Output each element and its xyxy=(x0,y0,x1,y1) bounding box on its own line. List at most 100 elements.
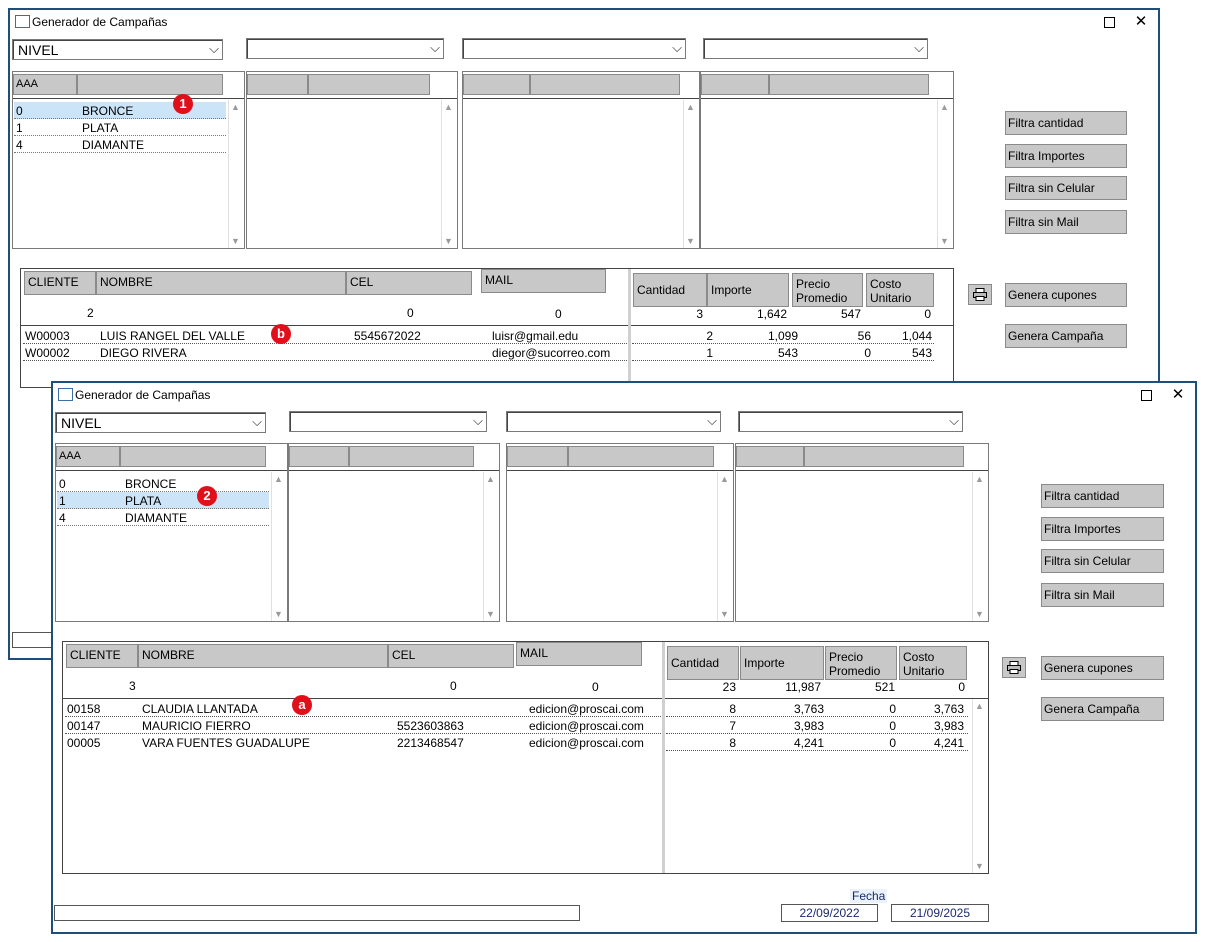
scrollbar[interactable]: ▲ ▼ xyxy=(937,100,952,248)
scrollbar[interactable]: ▲ ▼ xyxy=(483,472,498,621)
scroll-up-icon[interactable]: ▲ xyxy=(231,102,240,112)
scroll-up-icon[interactable]: ▲ xyxy=(274,474,283,484)
table-row-values[interactable]: 2 1,099 56 1,044 xyxy=(632,327,934,344)
close-button[interactable]: ✕ xyxy=(1130,13,1152,31)
listbox-2[interactable]: ▲ ▼ xyxy=(288,443,500,622)
scroll-down-icon[interactable]: ▼ xyxy=(975,861,984,871)
list-header-empty xyxy=(120,446,266,467)
scroll-up-icon[interactable]: ▲ xyxy=(940,102,949,112)
list-item[interactable]: 4 DIAMANTE xyxy=(14,136,226,153)
scrollbar[interactable]: ▲ ▼ xyxy=(972,472,987,621)
genera-cupones-button[interactable]: Genera cupones xyxy=(1005,283,1127,307)
list-item[interactable]: 0 BRONCE xyxy=(14,102,226,119)
table-row-values[interactable]: 8 3,763 0 3,763 xyxy=(666,700,968,717)
grid-splitter[interactable] xyxy=(628,269,631,387)
col-header-importe[interactable]: Importe xyxy=(707,273,789,307)
col-header-mail[interactable]: MAIL xyxy=(481,269,606,293)
table-row-values[interactable]: 7 3,983 0 3,983 xyxy=(666,717,968,734)
table-row[interactable]: W00003 LUIS RANGEL DEL VALLE 5545672022 … xyxy=(23,327,627,344)
col-header-cantidad[interactable]: Cantidad xyxy=(633,273,707,307)
filter-combo-3[interactable]: ⌵ xyxy=(462,38,686,59)
scrollbar[interactable]: ▲ ▼ xyxy=(271,472,286,621)
col-header-mail[interactable]: MAIL xyxy=(516,642,642,666)
listbox-4[interactable]: ▲ ▼ xyxy=(735,443,989,622)
maximize-button[interactable] xyxy=(1098,13,1120,31)
filtra-sin-mail-button[interactable]: Filtra sin Mail xyxy=(1041,583,1164,607)
scroll-up-icon[interactable]: ▲ xyxy=(486,474,495,484)
filtra-importes-button[interactable]: Filtra Importes xyxy=(1005,144,1127,168)
col-header-cliente[interactable]: CLIENTE xyxy=(24,271,96,295)
genera-cupones-button[interactable]: Genera cupones xyxy=(1041,656,1164,680)
scroll-up-icon[interactable]: ▲ xyxy=(975,474,984,484)
listbox-2[interactable]: ▲ ▼ xyxy=(246,71,458,249)
scroll-down-icon[interactable]: ▼ xyxy=(231,236,240,246)
table-row[interactable]: 00147 MAURICIO FIERRO 5523603863 edicion… xyxy=(65,717,661,734)
fecha-desde-input[interactable]: 22/09/2022 xyxy=(781,904,878,922)
scroll-down-icon[interactable]: ▼ xyxy=(274,609,283,619)
scroll-down-icon[interactable]: ▼ xyxy=(444,236,453,246)
filter-combo-4[interactable]: ⌵ xyxy=(738,411,963,432)
scroll-up-icon[interactable]: ▲ xyxy=(444,102,453,112)
col-header-nombre[interactable]: NOMBRE xyxy=(138,644,388,668)
scrollbar[interactable]: ▲ ▼ xyxy=(228,100,243,248)
col-header-importe[interactable]: Importe xyxy=(740,646,824,680)
close-button[interactable]: ✕ xyxy=(1167,386,1189,404)
col-header-cliente[interactable]: CLIENTE xyxy=(66,644,138,668)
scroll-down-icon[interactable]: ▼ xyxy=(720,609,729,619)
col-header-precio[interactable]: Precio Promedio xyxy=(825,646,897,680)
filtra-cantidad-button[interactable]: Filtra cantidad xyxy=(1005,111,1127,135)
col-header-costo[interactable]: Costo Unitario xyxy=(899,646,967,680)
nivel-listbox[interactable]: AAA 0 BRONCE 1 PLATA 4 DIAMANTE ▲ ▼ xyxy=(55,443,288,622)
table-row[interactable]: W00002 DIEGO RIVERA diegor@sucorreo.com xyxy=(23,344,627,361)
col-header-precio[interactable]: Precio Promedio xyxy=(792,273,863,307)
print-button[interactable] xyxy=(1002,657,1026,678)
listbox-4[interactable]: ▲ ▼ xyxy=(700,71,954,249)
scrollbar[interactable]: ▲ ▼ xyxy=(972,699,987,873)
scroll-down-icon[interactable]: ▼ xyxy=(940,236,949,246)
scroll-up-icon[interactable]: ▲ xyxy=(720,474,729,484)
fecha-hasta-input[interactable]: 21/09/2025 xyxy=(891,904,989,922)
filter-combo-4[interactable]: ⌵ xyxy=(703,38,928,59)
scrollbar[interactable]: ▲ ▼ xyxy=(683,100,698,248)
filtra-sin-celular-button[interactable]: Filtra sin Celular xyxy=(1041,549,1164,573)
col-header-cel[interactable]: CEL xyxy=(388,644,514,668)
filtra-importes-button[interactable]: Filtra Importes xyxy=(1041,517,1164,541)
genera-campana-button[interactable]: Genera Campaña xyxy=(1005,324,1127,348)
genera-campana-button[interactable]: Genera Campaña xyxy=(1041,697,1164,721)
nivel-combo[interactable]: NIVEL ⌵ xyxy=(12,39,223,60)
table-row[interactable]: 00158 CLAUDIA LLANTADA edicion@proscai.c… xyxy=(65,700,661,717)
scrollbar[interactable]: ▲ ▼ xyxy=(717,472,732,621)
scroll-up-icon[interactable]: ▲ xyxy=(975,701,984,711)
list-item[interactable]: 4 DIAMANTE xyxy=(57,509,269,526)
table-row-values[interactable]: 8 4,241 0 4,241 xyxy=(666,734,968,751)
maximize-button[interactable] xyxy=(1135,386,1157,404)
listbox-3[interactable]: ▲ ▼ xyxy=(506,443,734,622)
list-item[interactable]: 1 PLATA xyxy=(57,492,269,509)
list-item[interactable]: 1 PLATA xyxy=(14,119,226,136)
filter-combo-3[interactable]: ⌵ xyxy=(506,411,721,432)
col-header-cantidad[interactable]: Cantidad xyxy=(667,646,739,680)
filter-combo-2[interactable]: ⌵ xyxy=(246,38,444,59)
scroll-down-icon[interactable]: ▼ xyxy=(686,236,695,246)
customer-grid[interactable]: CLIENTE NOMBRE CEL MAIL Cantidad Importe… xyxy=(62,641,989,874)
scroll-down-icon[interactable]: ▼ xyxy=(975,609,984,619)
scroll-up-icon[interactable]: ▲ xyxy=(686,102,695,112)
print-button[interactable] xyxy=(968,284,992,305)
table-row-values[interactable]: 1 543 0 543 xyxy=(632,344,934,361)
scrollbar[interactable]: ▲ ▼ xyxy=(441,100,456,248)
col-header-cel[interactable]: CEL xyxy=(346,271,472,295)
scroll-down-icon[interactable]: ▼ xyxy=(486,609,495,619)
grid-splitter[interactable] xyxy=(662,642,665,873)
nivel-combo[interactable]: NIVEL ⌵ xyxy=(55,412,266,433)
filtra-cantidad-button[interactable]: Filtra cantidad xyxy=(1041,484,1164,508)
filtra-sin-mail-button[interactable]: Filtra sin Mail xyxy=(1005,210,1127,234)
col-header-costo[interactable]: Costo Unitario xyxy=(866,273,934,307)
listbox-3[interactable]: ▲ ▼ xyxy=(462,71,700,249)
nivel-listbox[interactable]: AAA 0 BRONCE 1 PLATA 4 DIAMANTE ▲ ▼ xyxy=(12,71,245,249)
col-header-nombre[interactable]: NOMBRE xyxy=(96,271,346,295)
table-row[interactable]: 00005 VARA FUENTES GUADALUPE 2213468547 … xyxy=(65,734,661,750)
filtra-sin-celular-button[interactable]: Filtra sin Celular xyxy=(1005,176,1127,200)
customer-grid[interactable]: CLIENTE NOMBRE CEL MAIL Cantidad Importe… xyxy=(20,268,954,388)
filter-combo-2[interactable]: ⌵ xyxy=(289,411,487,432)
list-item[interactable]: 0 BRONCE xyxy=(57,475,269,492)
